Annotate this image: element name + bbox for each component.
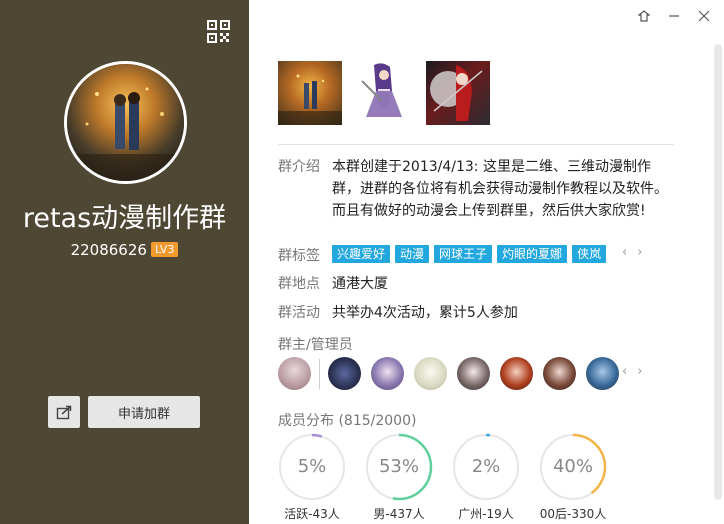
- chevron-left-icon[interactable]: ‹: [622, 245, 627, 260]
- admin-avatar[interactable]: [500, 357, 533, 390]
- activity-value[interactable]: 共举办4次活动，累计5人参加: [332, 302, 518, 322]
- activity-row: 群活动 共举办4次活动，累计5人参加: [278, 302, 518, 322]
- admin-avatar[interactable]: [328, 357, 361, 390]
- admins-title: 群主/管理员: [278, 337, 353, 353]
- join-group-button[interactable]: 申请加群: [88, 396, 200, 428]
- chevron-right-icon[interactable]: ›: [637, 245, 642, 260]
- group-profile-sidebar: retas动漫制作群 22086626 LV3 申请加群: [0, 0, 249, 524]
- location-row: 群地点 通港大厦: [278, 273, 388, 293]
- intro-text: 本群创建于2013/4/13: 这里是二维、三维动漫制作群，进群的各位将有机会获…: [332, 159, 668, 219]
- stat-value: 5%: [297, 456, 327, 477]
- chevron-left-icon[interactable]: ‹: [622, 364, 627, 379]
- share-button[interactable]: [48, 396, 80, 428]
- group-photos: [278, 61, 490, 125]
- tag[interactable]: 动漫: [395, 245, 430, 263]
- admin-avatar[interactable]: [457, 357, 490, 390]
- member-stat[interactable]: 53% 男-437人: [365, 433, 433, 522]
- group-photo[interactable]: [426, 61, 490, 125]
- intro-label: 群介绍: [278, 159, 320, 175]
- stat-label: 00后-330人: [539, 507, 607, 521]
- members-title-text: 成员分布: [278, 413, 334, 429]
- admin-avatar[interactable]: [278, 357, 311, 390]
- group-avatar[interactable]: [64, 61, 187, 184]
- group-avatar-image: [67, 64, 184, 181]
- admin-avatar[interactable]: [543, 357, 576, 390]
- member-stat[interactable]: 2% 广州-19人: [452, 433, 520, 522]
- group-name: retas动漫制作群: [22, 203, 227, 234]
- tag[interactable]: 灼眼的夏娜: [497, 245, 568, 263]
- admin-avatar[interactable]: [586, 357, 619, 390]
- stat-donut: 53%: [365, 433, 433, 501]
- stat-value: 2%: [471, 456, 501, 477]
- admin-avatar[interactable]: [414, 357, 447, 390]
- group-photo[interactable]: [278, 61, 342, 125]
- members-count: (815/2000): [338, 413, 417, 429]
- tags-pager: ‹ ›: [622, 245, 642, 260]
- minimize-icon[interactable]: [666, 8, 682, 24]
- stat-value: 40%: [552, 456, 593, 477]
- tags-row: 群标签 兴趣爱好 动漫 网球王子 灼眼的夏娜 侠岚: [278, 245, 607, 265]
- admins-pager: ‹ ›: [622, 364, 642, 379]
- tag[interactable]: 侠岚: [572, 245, 607, 263]
- members-title: 成员分布 (815/2000): [278, 410, 416, 430]
- tag[interactable]: 网球王子: [434, 245, 493, 263]
- tag-list: 兴趣爱好 动漫 网球王子 灼眼的夏娜 侠岚: [332, 245, 607, 265]
- tag[interactable]: 兴趣爱好: [332, 245, 391, 263]
- admin-list: [278, 357, 619, 390]
- stat-donut: 2%: [452, 433, 520, 501]
- tags-label: 群标签: [278, 248, 320, 264]
- location-value: 通港大厦: [332, 276, 388, 292]
- activity-label: 群活动: [278, 305, 320, 321]
- group-photo[interactable]: [352, 61, 416, 125]
- group-id-row: 22086626 LV3: [0, 241, 249, 259]
- chevron-right-icon[interactable]: ›: [637, 364, 642, 379]
- scrollbar[interactable]: [714, 44, 722, 500]
- level-badge: LV3: [150, 242, 179, 257]
- admin-avatar[interactable]: [371, 357, 404, 390]
- divider: [278, 144, 674, 145]
- location-label: 群地点: [278, 276, 320, 292]
- qr-code-icon[interactable]: [207, 20, 230, 43]
- stat-donut: 5%: [278, 433, 346, 501]
- stat-label: 男-437人: [373, 507, 425, 521]
- admin-separator: [319, 358, 320, 389]
- share-icon: [56, 405, 72, 420]
- stat-label: 活跃-43人: [284, 507, 340, 521]
- intro-row: 群介绍 本群创建于2013/4/13: 这里是二维、三维动漫制作群，进群的各位将…: [278, 156, 672, 222]
- stat-donut: 40%: [539, 433, 607, 501]
- member-stat[interactable]: 40% 00后-330人: [539, 433, 607, 522]
- close-icon[interactable]: [696, 8, 712, 24]
- window-controls: [636, 8, 712, 24]
- stat-value: 53%: [378, 456, 419, 477]
- stat-label: 广州-19人: [458, 507, 514, 521]
- member-stats: 5% 活跃-43人 53% 男-437人 2% 广州-19人 40% 00后-330人: [278, 433, 607, 522]
- group-id: 22086626: [70, 241, 147, 259]
- member-stat[interactable]: 5% 活跃-43人: [278, 433, 346, 522]
- skin-icon[interactable]: [636, 8, 652, 24]
